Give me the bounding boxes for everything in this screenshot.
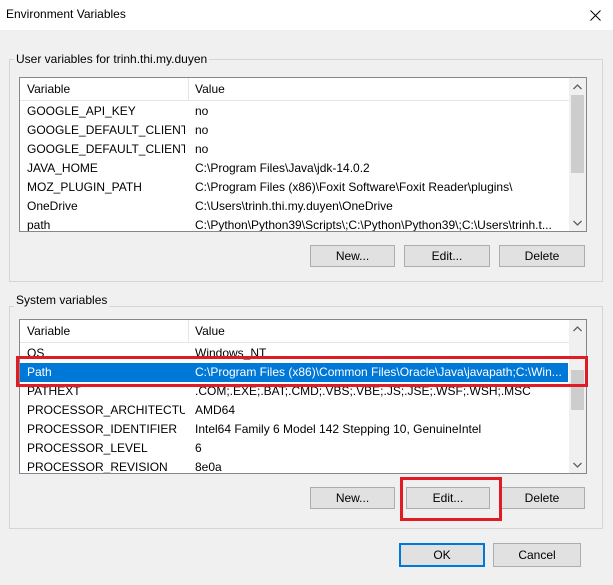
system-edit-button[interactable]: Edit... [406,487,490,509]
system-delete-button[interactable]: Delete [499,487,585,509]
table-row[interactable]: PATHEXT .COM;.EXE;.BAT;.CMD;.VBS;.VBE;.JS… [20,382,568,401]
variable-value: C:\Users\trinh.thi.my.duyen\OneDrive [195,199,393,213]
column-header-value[interactable]: Value [195,82,225,96]
vertical-scrollbar[interactable] [569,320,586,473]
variable-value: C:\Program Files\Java\jdk-14.0.2 [195,161,370,175]
variable-name: JAVA_HOME [27,161,98,175]
table-row[interactable]: OneDrive C:\Users\trinh.thi.my.duyen\OneD… [20,197,568,216]
column-divider[interactable] [188,78,189,100]
variable-name: MOZ_PLUGIN_PATH [27,180,142,194]
chevron-down-icon [573,462,582,468]
scroll-thumb[interactable] [571,95,584,173]
scroll-thumb[interactable] [571,370,584,410]
list-header: Variable Value [20,78,586,101]
table-row[interactable]: JAVA_HOME C:\Program Files\Java\jdk-14.0.… [20,159,568,178]
column-header-variable[interactable]: Variable [27,324,70,338]
system-new-button[interactable]: New... [310,487,395,509]
table-row[interactable]: PROCESSOR_IDENTIFIER Intel64 Family 6 Mod… [20,420,568,439]
variable-name: GOOGLE_DEFAULT_CLIENT_S... [27,142,185,156]
variable-value: no [195,142,209,156]
table-row-selected[interactable]: Path C:\Program Files (x86)\Common Files\… [20,363,568,382]
table-row[interactable]: PROCESSOR_LEVEL 6 [20,439,568,458]
close-button[interactable] [577,0,613,30]
scroll-down-button[interactable] [569,456,586,473]
variable-value: C:\Program Files (x86)\Common Files\Orac… [195,365,562,379]
cancel-button[interactable]: Cancel [493,543,581,567]
variable-value: no [195,104,209,118]
ok-button[interactable]: OK [399,543,485,567]
variable-value: .COM;.EXE;.BAT;.CMD;.VBS;.VBE;.JS;.JSE;.… [195,384,531,398]
scroll-down-button[interactable] [569,214,586,231]
column-header-variable[interactable]: Variable [27,82,70,96]
scroll-up-button[interactable] [569,78,586,95]
chevron-up-icon [573,325,582,331]
user-delete-button[interactable]: Delete [499,245,585,267]
variable-value: Windows_NT [195,346,267,360]
variable-name: OS [27,346,45,360]
variable-value: no [195,123,209,137]
variable-value: C:\Program Files (x86)\Foxit Software\Fo… [195,180,513,194]
close-icon [589,9,601,21]
table-row[interactable]: MOZ_PLUGIN_PATH C:\Program Files (x86)\Fo… [20,178,568,197]
table-row[interactable]: PROCESSOR_REVISION 8e0a [20,458,568,474]
list-header: Variable Value [20,320,586,343]
table-row[interactable]: PROCESSOR_ARCHITECTURE AMD64 [20,401,568,420]
variable-value: 6 [195,441,202,455]
table-row[interactable]: GOOGLE_API_KEY no [20,102,568,121]
variable-name: GOOGLE_DEFAULT_CLIENT_ID [27,123,185,137]
chevron-down-icon [573,220,582,226]
table-row[interactable]: GOOGLE_DEFAULT_CLIENT_ID no [20,121,568,140]
scroll-up-button[interactable] [569,320,586,337]
column-header-value[interactable]: Value [195,324,225,338]
chevron-up-icon [573,83,582,89]
variable-name: PROCESSOR_LEVEL [27,441,148,455]
user-variables-label: User variables for trinh.thi.my.duyen [14,52,210,66]
table-row[interactable]: path C:\Python\Python39\Scripts\;C:\Pytho… [20,216,568,232]
system-variables-list[interactable]: Variable Value OS Windows_NT Path C:\Progr… [19,319,587,474]
vertical-scrollbar[interactable] [569,78,586,231]
variable-value: C:\Python\Python39\Scripts\;C:\Python\Py… [195,218,552,232]
user-variables-list[interactable]: Variable Value GOOGLE_API_KEY no GOOGLE_D… [19,77,587,232]
user-new-button[interactable]: New... [310,245,395,267]
variable-name: path [27,218,51,232]
variable-name: GOOGLE_API_KEY [27,104,136,118]
table-row[interactable]: OS Windows_NT [20,344,568,363]
variable-value: Intel64 Family 6 Model 142 Stepping 10, … [195,422,482,436]
variable-name: PROCESSOR_REVISION [27,460,168,474]
variable-name: PATHEXT [27,384,81,398]
column-divider[interactable] [188,320,189,342]
system-variables-label: System variables [14,293,110,307]
window-title: Environment Variables [6,7,126,21]
variable-name: PROCESSOR_IDENTIFIER [27,422,178,436]
variable-name: Path [27,365,52,379]
user-edit-button[interactable]: Edit... [404,245,490,267]
variable-value: 8e0a [195,460,222,474]
variable-name: OneDrive [27,199,78,213]
variable-value: AMD64 [195,403,236,417]
table-row[interactable]: GOOGLE_DEFAULT_CLIENT_S... no [20,140,568,159]
title-bar: Environment Variables [0,0,613,30]
variable-name: PROCESSOR_ARCHITECTURE [27,403,185,417]
